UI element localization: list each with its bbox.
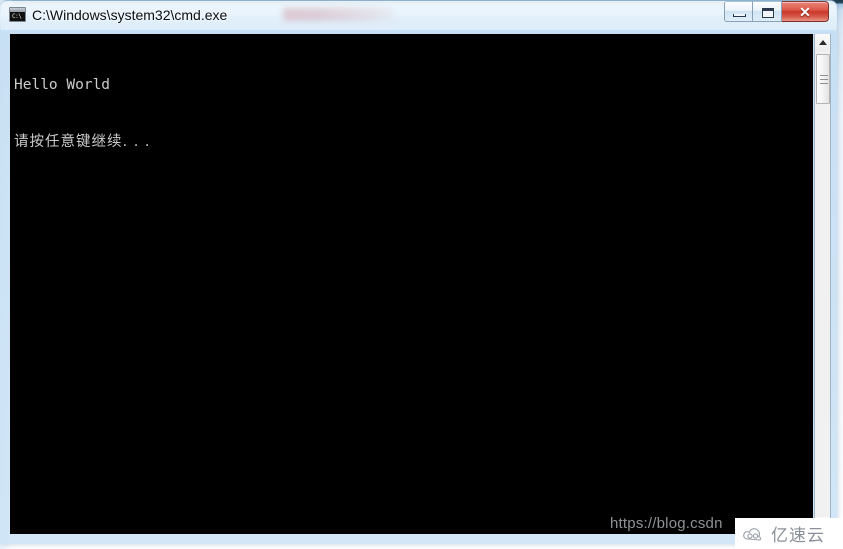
minimize-button[interactable]	[724, 1, 753, 22]
caption-button-group: ✕	[724, 1, 829, 23]
site-badge-label: 亿速云	[771, 526, 825, 546]
scrollbar-thumb[interactable]	[816, 54, 830, 104]
close-icon: ✕	[799, 4, 811, 20]
chevron-up-icon	[818, 40, 827, 45]
cmd-icon-prompt-text: C:\	[12, 13, 22, 20]
console-text-block: Hello World 请按任意键继续. . .	[14, 38, 151, 190]
cmd-console-icon[interactable]: C:\	[9, 7, 26, 22]
maximize-icon	[762, 8, 774, 18]
close-button[interactable]: ✕	[782, 1, 829, 22]
console-line: Hello World	[14, 77, 111, 93]
title-bar[interactable]: C:\ C:\Windows\system32\cmd.exe ✕	[0, 0, 837, 30]
cmd-window: C:\ C:\Windows\system32\cmd.exe ✕ Hello …	[0, 0, 837, 544]
screenshot-root: C:\ C:\Windows\system32\cmd.exe ✕ Hello …	[0, 0, 843, 549]
cloud-logo-icon	[743, 527, 762, 541]
console-scrollbar[interactable]	[814, 34, 831, 534]
console-output-area[interactable]: Hello World 请按任意键继续. . .	[10, 34, 813, 534]
cmd-icon-titlebar-strip	[10, 8, 25, 12]
maximize-button[interactable]	[753, 1, 782, 22]
minimize-icon	[733, 14, 746, 17]
scrollbar-grip-line	[820, 83, 828, 84]
site-watermark-badge: 亿速云	[735, 518, 843, 549]
window-title: C:\Windows\system32\cmd.exe	[32, 7, 228, 23]
scrollbar-grip-line	[820, 75, 828, 76]
console-line: 请按任意键继续. . .	[14, 134, 151, 150]
scrollbar-grip-line	[820, 79, 828, 80]
scroll-up-arrow[interactable]	[815, 34, 830, 51]
